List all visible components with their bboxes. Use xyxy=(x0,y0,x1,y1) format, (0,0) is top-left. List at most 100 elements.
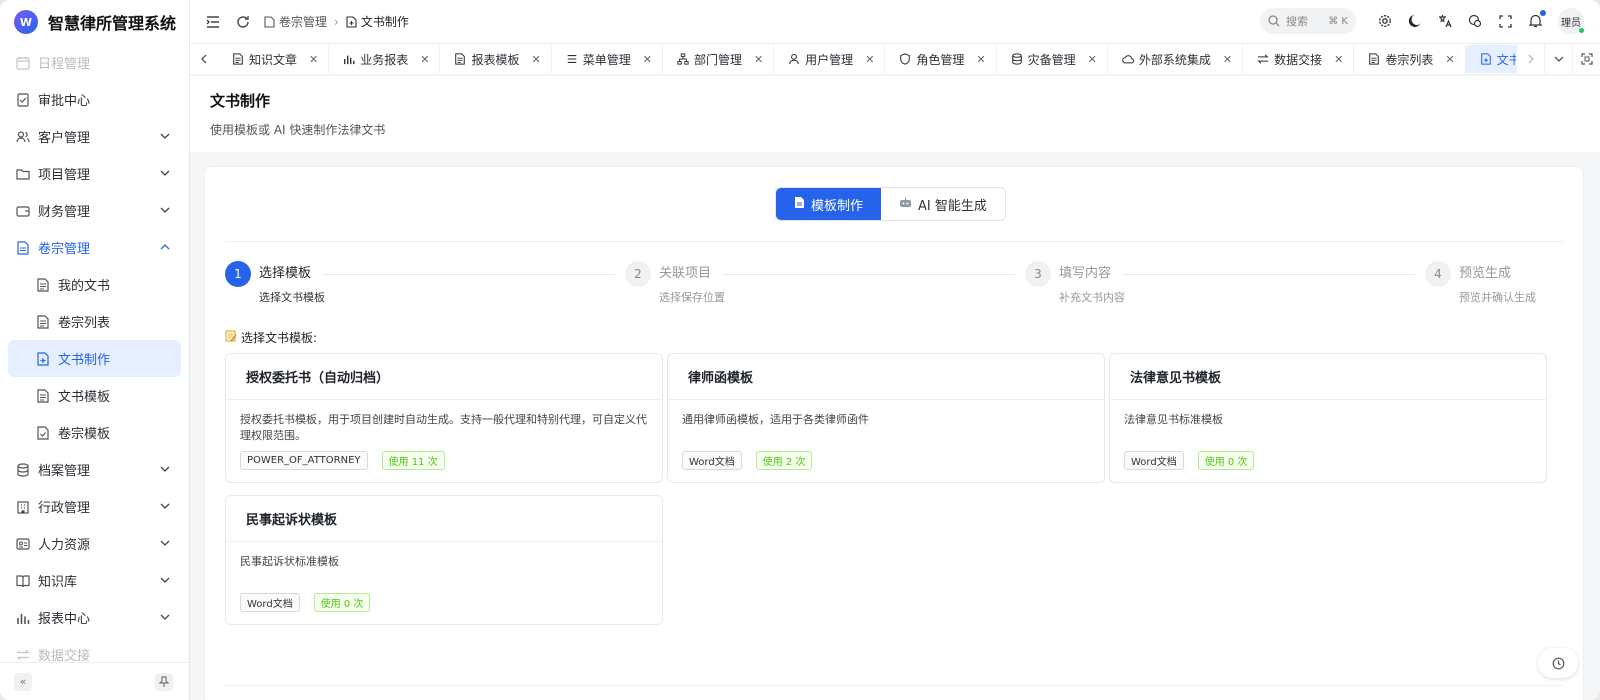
close-icon[interactable]: ✕ xyxy=(643,53,652,66)
fullscreen-icon[interactable] xyxy=(1497,13,1513,29)
sidebar-item[interactable]: 人力资源 xyxy=(0,525,189,562)
theme-icon[interactable] xyxy=(1467,13,1483,29)
template-description: 通用律师函模板，适用于各类律师函件 xyxy=(682,413,869,426)
close-icon[interactable]: ✕ xyxy=(865,53,874,66)
tab-item[interactable]: 部门管理 ✕ xyxy=(663,45,775,73)
ai-mode-button[interactable]: AI 智能生成 xyxy=(881,188,1005,220)
sidebar-item[interactable]: 数据交接 xyxy=(0,636,189,662)
sidebar-item[interactable]: 卷宗列表 xyxy=(0,303,189,340)
tab-item[interactable]: 外部系统集成 ✕ xyxy=(1108,45,1244,73)
sidebar-footer: « xyxy=(0,662,189,700)
chevron-down-icon[interactable] xyxy=(159,204,171,216)
close-icon[interactable]: ✕ xyxy=(976,53,985,66)
step-item: 2 关联项目 选择保存位置 xyxy=(625,261,725,305)
sidebar-item[interactable]: 档案管理 xyxy=(0,451,189,488)
close-icon[interactable]: ✕ xyxy=(531,53,540,66)
sidebar-item-label: 卷宗模板 xyxy=(58,427,111,442)
sidebar-item[interactable]: 文书制作 xyxy=(8,340,181,377)
approval-icon xyxy=(16,92,30,107)
users-icon xyxy=(16,130,30,144)
sidebar-item-label: 客户管理 xyxy=(38,131,91,146)
breadcrumb-item-current: 文书制作 xyxy=(346,13,409,30)
menu-toggle-icon[interactable] xyxy=(204,13,222,31)
close-icon[interactable]: ✕ xyxy=(309,53,318,66)
maximize-content-icon[interactable] xyxy=(1572,44,1600,74)
tab-item[interactable]: 文书制作✕ xyxy=(1465,45,1516,73)
bell-icon[interactable] xyxy=(1527,10,1546,29)
usage-count-tag: 使用 0 次 xyxy=(1197,451,1255,470)
usage-count-tag: 使用 2 次 xyxy=(755,451,813,470)
translate-icon[interactable] xyxy=(1437,13,1453,29)
tab-item[interactable]: 数据交接 ✕ xyxy=(1243,45,1355,73)
steps: 1 选择模板 选择文书模板 2 关联项目 选择保存位置 3 填写内容 补充文书内容 4 预览生成 预览… xyxy=(225,261,1563,307)
chevron-down-icon[interactable] xyxy=(159,537,171,549)
chevron-down-icon[interactable] xyxy=(159,130,171,142)
sidebar-item[interactable]: 客户管理 xyxy=(0,118,189,155)
pin-icon[interactable] xyxy=(155,672,173,691)
dark-mode-icon[interactable] xyxy=(1407,13,1423,29)
avatar[interactable]: 理员 xyxy=(1558,8,1585,34)
breadcrumb: 卷宗管理 › 文书制作 xyxy=(264,13,409,30)
close-icon[interactable]: ✕ xyxy=(754,53,763,66)
search-input[interactable]: 搜索 ⌘ K xyxy=(1260,8,1356,34)
tabs-scroll-right-icon[interactable] xyxy=(1516,44,1544,74)
chevron-down-icon[interactable] xyxy=(159,574,171,586)
refresh-icon[interactable] xyxy=(234,13,252,31)
chevron-down-icon[interactable] xyxy=(159,167,171,179)
close-icon[interactable]: ✕ xyxy=(1223,53,1232,66)
history-button[interactable] xyxy=(1538,648,1578,678)
template-card[interactable]: 法律意见书模板 法律意见书标准模板 Word文档 使用 0 次 xyxy=(1109,353,1547,483)
tab-item[interactable]: 灾备管理 ✕ xyxy=(997,45,1108,73)
chevron-up-icon[interactable] xyxy=(159,241,171,253)
doc-icon xyxy=(36,277,50,292)
tab-label: 外部系统集成 xyxy=(1138,52,1211,67)
sidebar-item[interactable]: 项目管理 xyxy=(0,155,189,192)
breadcrumb-separator: › xyxy=(334,14,339,29)
sidebar-item[interactable]: 卷宗管理 xyxy=(0,229,189,266)
tab-item[interactable]: 用户管理 ✕ xyxy=(774,45,886,73)
clock-icon xyxy=(1552,657,1564,669)
swap-icon xyxy=(1257,53,1269,65)
template-card[interactable]: 民事起诉状模板 民事起诉状标准模板 Word文档 使用 0 次 xyxy=(225,495,663,625)
template-card[interactable]: 授权委托书（自动归档） 授权委托书模板，用于项目创建时自动生成。支持一般代理和特别… xyxy=(225,353,663,483)
close-icon[interactable]: ✕ xyxy=(1088,53,1097,66)
tab-item[interactable]: 业务报表 ✕ xyxy=(329,45,441,73)
page-title: 文书制作 xyxy=(210,92,271,110)
calendar-icon xyxy=(16,56,30,70)
sidebar-item[interactable]: 日程管理 xyxy=(0,44,189,81)
breadcrumb-item[interactable]: 卷宗管理 xyxy=(264,13,327,30)
sidebar-item-label: 文书模板 xyxy=(58,390,111,405)
sidebar-item[interactable]: 知识库 xyxy=(0,562,189,599)
settings-icon[interactable] xyxy=(1377,13,1393,29)
close-icon[interactable]: ✕ xyxy=(1445,53,1454,66)
chevron-down-icon[interactable] xyxy=(159,463,171,475)
page-subtitle: 使用模板或 AI 快速制作法律文书 xyxy=(210,123,386,137)
sidebar-item-label: 文书制作 xyxy=(58,353,111,368)
sidebar-item[interactable]: 报表中心 xyxy=(0,599,189,636)
tab-item[interactable]: 角色管理 ✕ xyxy=(885,45,997,73)
close-icon[interactable]: ✕ xyxy=(420,53,429,66)
sidebar-item[interactable]: 审批中心 xyxy=(0,81,189,118)
template-card[interactable]: 律师函模板 通用律师函模板，适用于各类律师函件 Word文档 使用 2 次 xyxy=(667,353,1105,483)
collapse-sidebar-icon[interactable]: « xyxy=(14,672,32,691)
chevron-down-icon[interactable] xyxy=(159,611,171,623)
tab-item[interactable]: 卷宗列表 ✕ xyxy=(1354,45,1466,73)
tab-label: 菜单管理 xyxy=(582,52,631,67)
tab-item[interactable]: 报表模板 ✕ xyxy=(440,45,552,73)
close-icon[interactable]: ✕ xyxy=(1334,53,1343,66)
sidebar-item-label: 项目管理 xyxy=(38,168,91,183)
cloud-icon xyxy=(1122,53,1134,65)
sidebar-item[interactable]: 财务管理 xyxy=(0,192,189,229)
shield-icon xyxy=(899,53,911,65)
template-mode-button[interactable]: 模板制作 xyxy=(776,188,882,220)
sidebar-item[interactable]: 我的文书 xyxy=(0,266,189,303)
tab-item[interactable]: 菜单管理 ✕ xyxy=(552,45,663,73)
tab-item[interactable]: 知识文章 ✕ xyxy=(218,45,330,73)
template-type-tag: Word文档 xyxy=(1124,451,1184,470)
chevron-down-icon[interactable] xyxy=(159,500,171,512)
tabs-dropdown-icon[interactable] xyxy=(1544,44,1572,74)
sidebar-item[interactable]: 行政管理 xyxy=(0,488,189,525)
tabs-scroll-left-icon[interactable] xyxy=(190,44,218,74)
sidebar-item[interactable]: 文书模板 xyxy=(0,377,189,414)
sidebar-item[interactable]: 卷宗模板 xyxy=(0,414,189,451)
